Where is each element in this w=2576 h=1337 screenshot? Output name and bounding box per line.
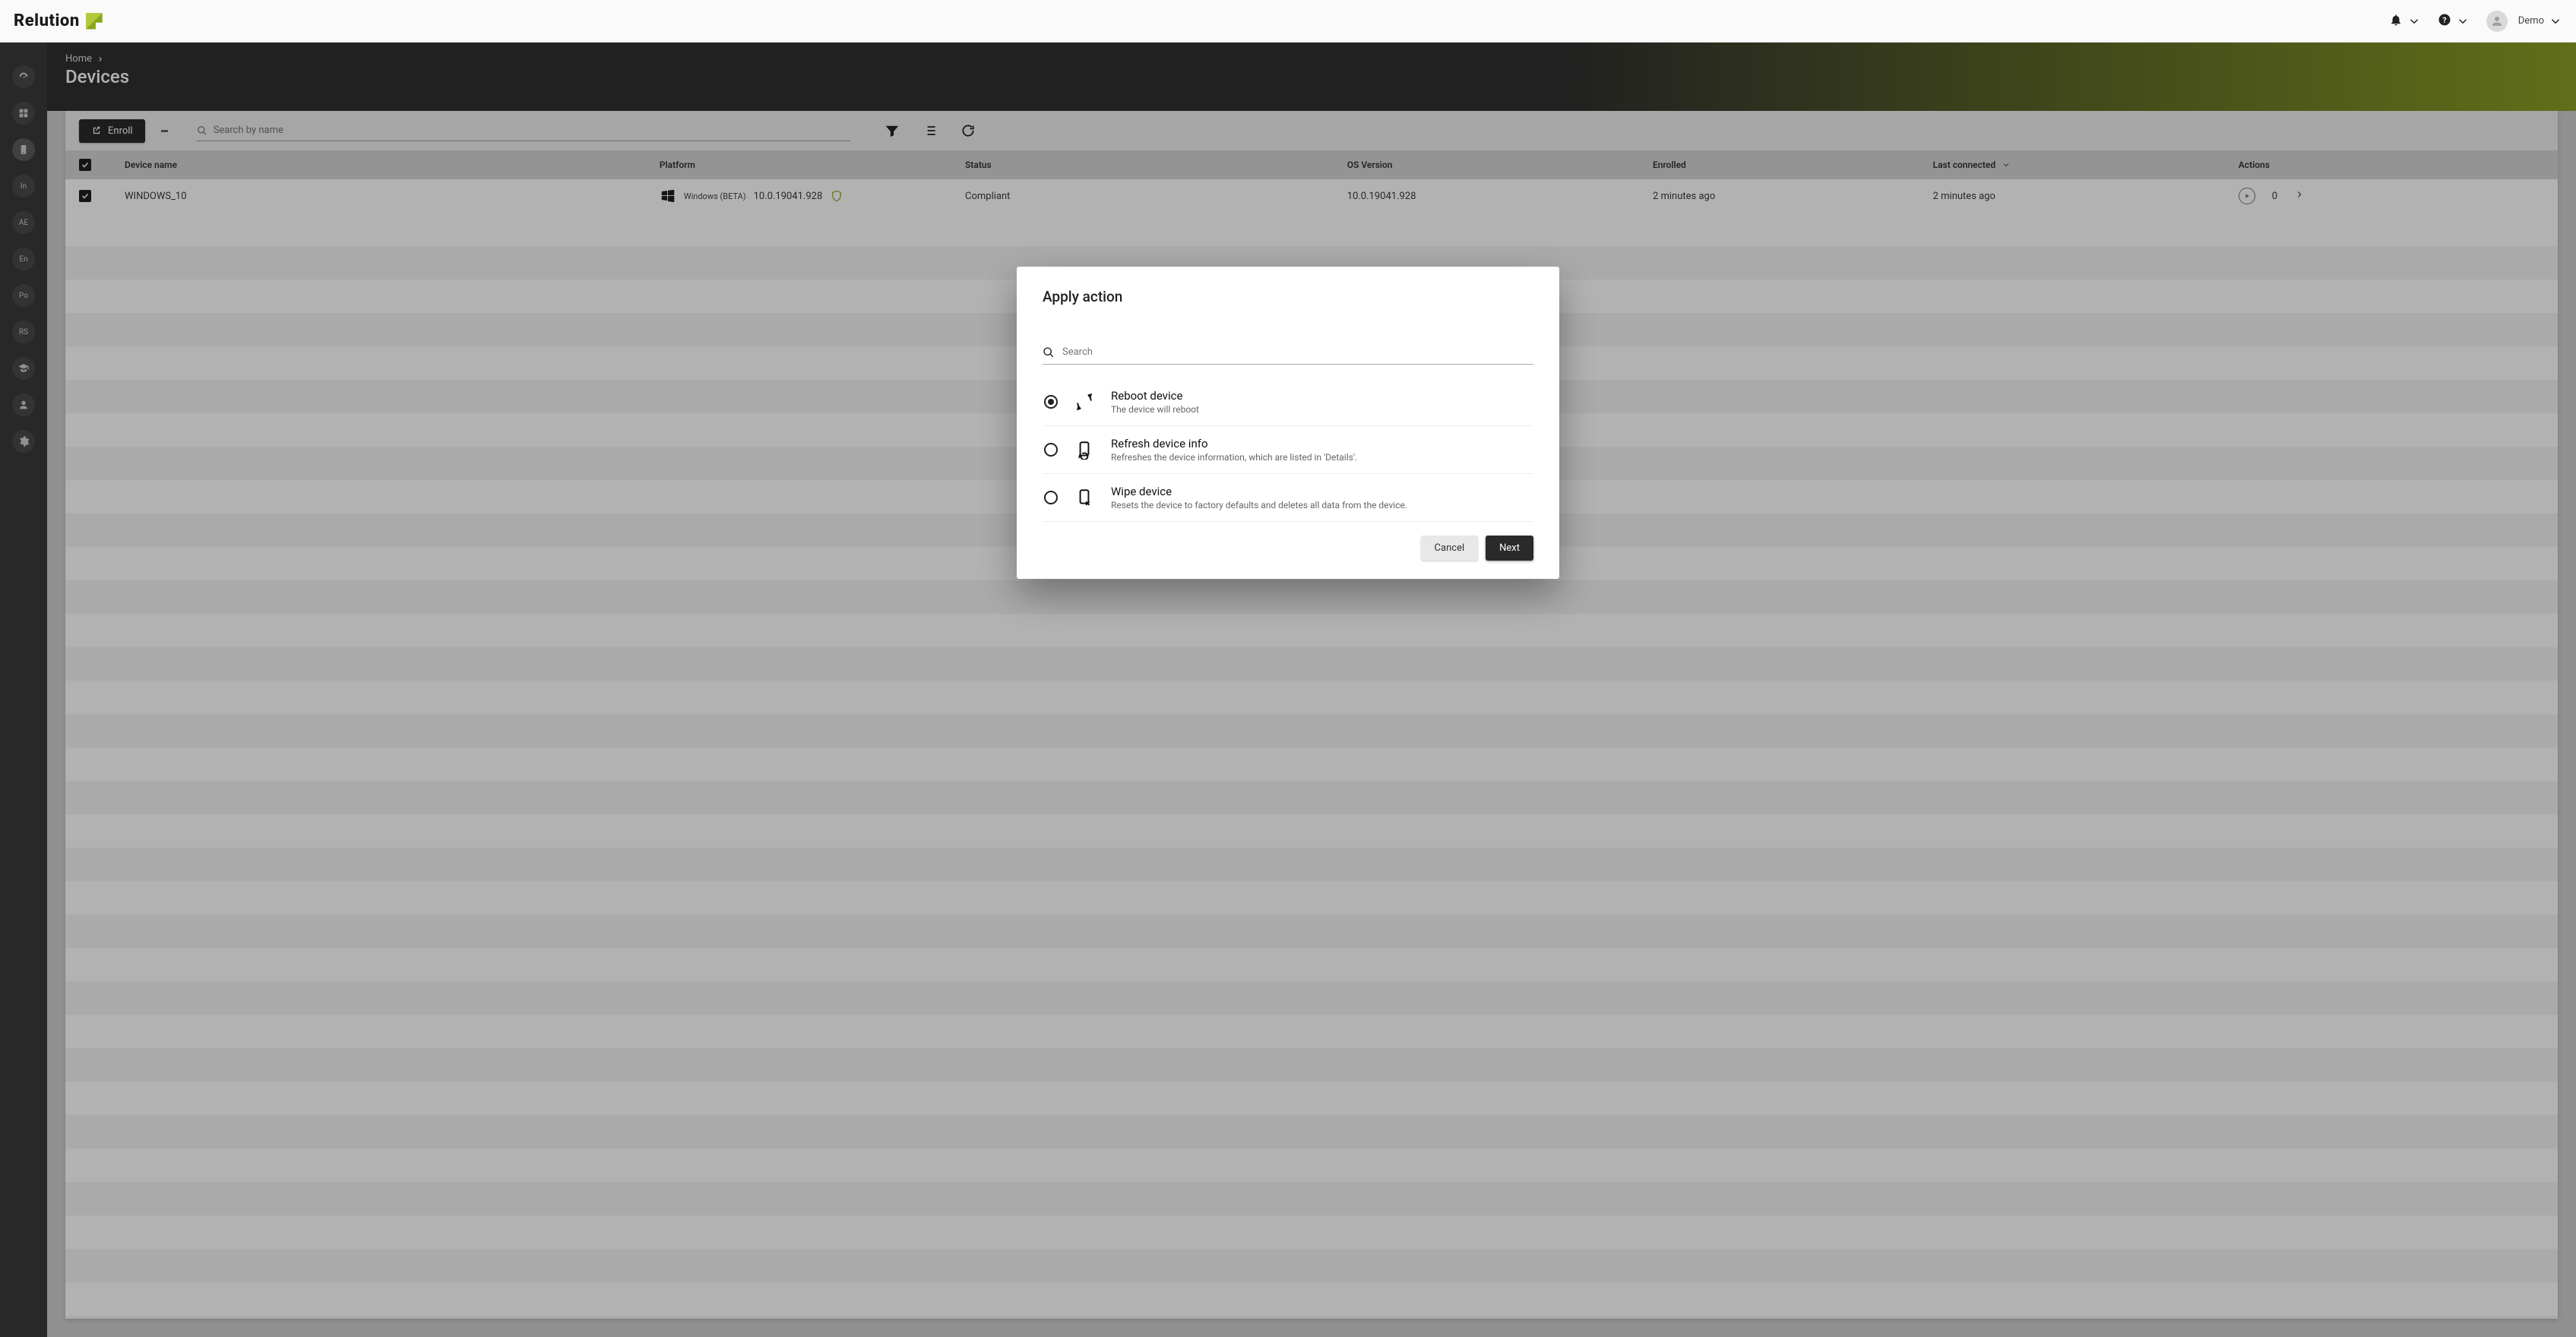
modal-title: Apply action [1043, 288, 1533, 305]
chevron-down-icon [2456, 14, 2470, 28]
help-icon: ? [2438, 13, 2451, 30]
modal-footer: Cancel Next [1043, 536, 1533, 561]
modal-scrim[interactable]: Apply action Reboot device The device wi… [0, 43, 2576, 1337]
brand-logo-icon [86, 13, 103, 30]
option-desc: The device will reboot [1111, 404, 1199, 415]
option-desc: Resets the device to factory defaults an… [1111, 500, 1407, 510]
topbar: Relution ? Demo [0, 0, 2576, 43]
refresh-device-icon [1073, 438, 1096, 461]
cancel-button[interactable]: Cancel [1421, 536, 1479, 561]
avatar-icon [2486, 11, 2508, 32]
apply-action-modal: Apply action Reboot device The device wi… [1017, 267, 1559, 579]
wipe-device-icon [1073, 486, 1096, 509]
option-title: Wipe device [1111, 485, 1407, 498]
svg-text:?: ? [2442, 14, 2446, 24]
option-refresh[interactable]: Refresh device info Refreshes the device… [1043, 426, 1533, 474]
search-icon [1043, 346, 1055, 359]
modal-search-input[interactable] [1062, 340, 1533, 364]
option-title: Refresh device info [1111, 437, 1357, 450]
radio-selected[interactable] [1044, 395, 1058, 409]
help-menu[interactable]: ? [2438, 13, 2470, 30]
bell-icon [2389, 13, 2403, 30]
next-button[interactable]: Next [1486, 536, 1533, 561]
brand[interactable]: Relution [14, 11, 103, 30]
brand-text: Relution [14, 11, 80, 30]
option-reboot[interactable]: Reboot device The device will reboot [1043, 378, 1533, 426]
option-title: Reboot device [1111, 389, 1199, 403]
modal-search[interactable] [1043, 340, 1533, 365]
radio-unselected[interactable] [1044, 491, 1058, 504]
user-label: Demo [2518, 15, 2544, 27]
chevron-down-icon [2407, 14, 2421, 28]
notifications-menu[interactable] [2389, 13, 2421, 30]
radio-unselected[interactable] [1044, 443, 1058, 457]
chevron-down-icon [2549, 14, 2562, 28]
user-menu[interactable]: Demo [2486, 11, 2562, 32]
option-desc: Refreshes the device information, which … [1111, 452, 1357, 463]
reboot-icon [1073, 390, 1096, 413]
option-wipe[interactable]: Wipe device Resets the device to factory… [1043, 474, 1533, 522]
